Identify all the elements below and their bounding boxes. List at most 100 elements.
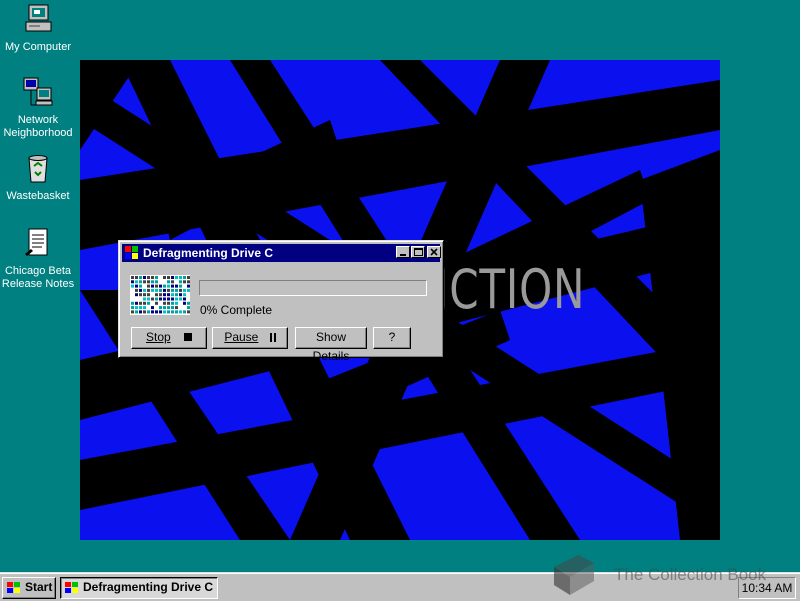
disk-cluster: [175, 288, 178, 292]
disk-cluster: [171, 284, 174, 288]
clock[interactable]: 10:34 AM: [742, 581, 793, 595]
network-neighborhood-icon: [23, 77, 53, 106]
disk-cluster: [167, 288, 170, 292]
disk-cluster: [131, 276, 134, 279]
defrag-dialog: Defragmenting Drive C 0% Complete Stop P…: [118, 240, 444, 363]
disk-cluster: [171, 276, 174, 279]
pause-button[interactable]: Pause: [212, 327, 288, 349]
disk-cluster: [139, 306, 142, 310]
disk-cluster: [167, 310, 170, 314]
disk-cluster: [179, 276, 182, 279]
disk-cluster: [179, 280, 182, 284]
disk-cluster: [187, 284, 190, 288]
disk-cluster: [155, 276, 158, 279]
disk-cluster: [171, 288, 174, 292]
disk-cluster: [183, 288, 186, 292]
disk-cluster: [183, 293, 186, 297]
pause-icon: [269, 333, 276, 342]
disk-cluster: [187, 297, 190, 301]
disk-cluster: [163, 284, 166, 288]
disk-cluster: [167, 301, 170, 305]
start-button[interactable]: Start: [2, 577, 56, 599]
disk-map-icon: [130, 275, 190, 315]
disk-cluster: [187, 310, 190, 314]
dialog-titlebar[interactable]: Defragmenting Drive C: [122, 244, 441, 262]
disk-cluster: [183, 297, 186, 301]
close-button[interactable]: [427, 246, 441, 258]
disk-cluster: [143, 276, 146, 279]
disk-cluster: [167, 280, 170, 284]
disk-cluster: [163, 301, 166, 305]
disk-cluster: [151, 301, 154, 305]
disk-cluster: [179, 288, 182, 292]
disk-cluster: [159, 284, 162, 288]
wallpaper-text: JCTION: [436, 258, 586, 321]
progress-bar: [199, 280, 427, 296]
disk-cluster: [151, 297, 154, 301]
disk-cluster: [175, 284, 178, 288]
disk-cluster: [159, 276, 162, 279]
disk-cluster: [183, 306, 186, 310]
disk-cluster: [139, 301, 142, 305]
disk-cluster: [159, 288, 162, 292]
disk-cluster: [131, 301, 134, 305]
disk-cluster: [183, 280, 186, 284]
disk-cluster: [159, 280, 162, 284]
help-button[interactable]: ?: [373, 327, 411, 349]
disk-cluster: [143, 280, 146, 284]
show-details-button[interactable]: Show Details: [295, 327, 367, 363]
disk-cluster: [175, 301, 178, 305]
desktop-icon-label: Network Neighborhood: [3, 114, 73, 139]
wastebasket-icon: [28, 155, 48, 183]
disk-cluster: [135, 276, 138, 279]
taskbar-item-defrag[interactable]: Defragmenting Drive C: [60, 577, 218, 599]
desktop-icon-my-computer[interactable]: My Computer: [0, 3, 76, 54]
disk-cluster: [139, 280, 142, 284]
disk-cluster: [147, 280, 150, 284]
disk-cluster: [179, 297, 182, 301]
my-computer-icon: [25, 4, 52, 32]
desktop-icon-network-neighborhood[interactable]: Network Neighborhood: [0, 76, 76, 140]
disk-cluster: [175, 280, 178, 284]
release-notes-icon: [25, 228, 48, 256]
disk-cluster: [151, 284, 154, 288]
disk-cluster: [143, 301, 146, 305]
disk-cluster: [143, 293, 146, 297]
disk-cluster: [179, 284, 182, 288]
disk-cluster: [183, 284, 186, 288]
disk-cluster: [139, 310, 142, 314]
disk-cluster: [147, 284, 150, 288]
disk-cluster: [175, 306, 178, 310]
maximize-button[interactable]: [411, 246, 425, 258]
minimize-button[interactable]: [396, 246, 410, 258]
minimize-icon: [400, 254, 406, 256]
disk-cluster: [187, 276, 190, 279]
stop-button[interactable]: Stop: [131, 327, 207, 349]
disk-cluster: [179, 306, 182, 310]
defrag-app-icon: [65, 582, 78, 593]
disk-cluster: [139, 293, 142, 297]
dialog-title: Defragmenting Drive C: [143, 246, 274, 260]
disk-cluster: [179, 301, 182, 305]
disk-cluster: [147, 306, 150, 310]
disk-cluster: [175, 293, 178, 297]
desktop-icon-wastebasket[interactable]: Wastebasket: [0, 152, 76, 203]
desktop-icon-label: My Computer: [4, 41, 72, 53]
disk-cluster: [147, 301, 150, 305]
desktop-icon-release-notes[interactable]: Chicago Beta Release Notes: [0, 227, 76, 291]
disk-cluster: [143, 306, 146, 310]
disk-cluster: [155, 306, 158, 310]
disk-cluster: [151, 293, 154, 297]
disk-cluster: [179, 310, 182, 314]
system-tray: 10:34 AM: [738, 577, 796, 599]
disk-cluster: [139, 297, 142, 301]
disk-cluster: [147, 276, 150, 279]
disk-cluster: [163, 288, 166, 292]
desktop-icon-label: Chicago Beta Release Notes: [1, 265, 75, 290]
disk-cluster: [159, 293, 162, 297]
disk-cluster: [135, 306, 138, 310]
disk-cluster: [163, 306, 166, 310]
disk-cluster: [151, 288, 154, 292]
disk-cluster: [159, 297, 162, 301]
disk-cluster: [135, 288, 138, 292]
